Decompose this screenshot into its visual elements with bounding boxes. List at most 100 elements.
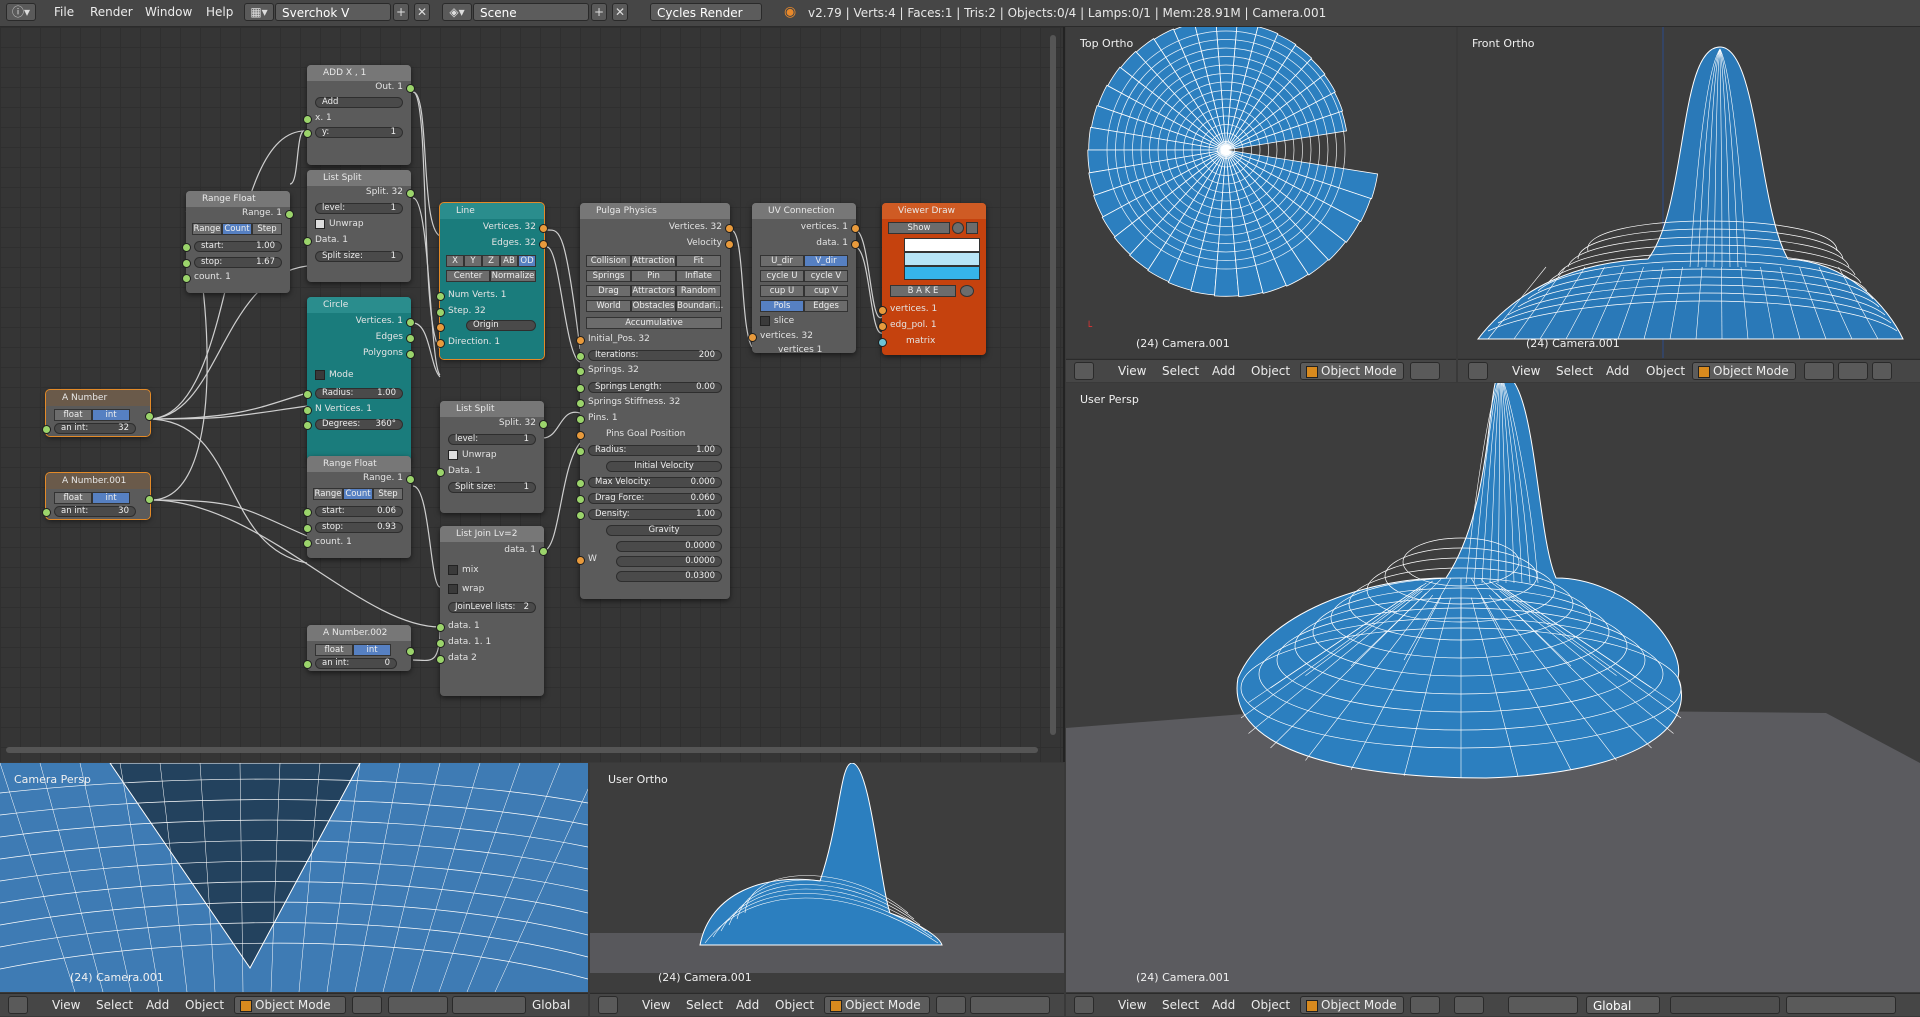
menu-select[interactable]: Select — [1162, 998, 1199, 1012]
edge-color-swatch[interactable] — [904, 252, 980, 266]
snap-icons[interactable] — [1786, 996, 1896, 1014]
scene-field[interactable]: Scene — [473, 3, 589, 21]
socket-in[interactable] — [878, 338, 887, 347]
level-field[interactable]: level: 1 — [448, 434, 536, 445]
menu-help[interactable]: Help — [206, 5, 233, 19]
socket-in[interactable] — [576, 447, 585, 456]
axis-ab-button[interactable]: AB — [500, 255, 518, 267]
max-velocity-field[interactable]: Max Velocity: 0.000 — [588, 477, 722, 488]
gravity-select[interactable]: Gravity — [606, 525, 722, 536]
editor-type-icon[interactable] — [1074, 996, 1094, 1014]
viewport-shading-icon[interactable] — [1410, 362, 1440, 380]
add-scene-icon[interactable]: + — [591, 3, 607, 21]
menu-object[interactable]: Object — [1251, 364, 1290, 378]
socket-in[interactable] — [878, 322, 887, 331]
node-a-number-002[interactable]: A Number.002 float int an int: 0 — [303, 625, 415, 671]
menu-view[interactable]: View — [1512, 364, 1540, 378]
socket-out[interactable] — [406, 189, 415, 198]
node-line[interactable]: Line Vertices. 32 Edges. 32 X Y Z AB OD … — [436, 202, 548, 360]
socket-out[interactable] — [539, 547, 548, 556]
socket-in[interactable] — [436, 292, 445, 301]
axis-y-button[interactable]: Y — [464, 255, 482, 267]
drag-force-field[interactable]: Drag Force: 0.060 — [588, 493, 722, 504]
op-select[interactable]: Add — [315, 97, 403, 108]
socket-out[interactable] — [725, 240, 734, 249]
gravity-z-field[interactable]: 0.0300 — [616, 571, 722, 582]
socket-in[interactable] — [303, 524, 312, 533]
socket-in[interactable] — [303, 129, 312, 138]
pivot-icon[interactable] — [1838, 362, 1868, 380]
menu-object[interactable]: Object — [1646, 364, 1685, 378]
socket-out[interactable] — [406, 84, 415, 93]
center-button[interactable]: Center — [446, 270, 490, 282]
tab-range[interactable]: Range — [313, 488, 343, 500]
cup-u-button[interactable]: cup U — [760, 285, 804, 297]
object-mode-select[interactable]: Object Mode — [1300, 996, 1404, 1014]
v-dir-button[interactable]: V_dir — [804, 255, 848, 267]
socket-in[interactable] — [576, 415, 585, 424]
socket-in[interactable] — [576, 384, 585, 393]
scene-icon[interactable]: ◈▾ — [442, 3, 472, 21]
editor-type-icon[interactable] — [1074, 362, 1094, 380]
start-field[interactable]: start: 1.00 — [194, 241, 282, 252]
float-toggle[interactable]: float — [315, 644, 353, 656]
socket-in[interactable] — [436, 623, 445, 632]
start-field[interactable]: start: 0.06 — [315, 506, 403, 517]
split-size-field[interactable]: Split size: 1 — [315, 251, 403, 262]
socket-out[interactable] — [406, 334, 415, 343]
face-color-swatch[interactable] — [904, 266, 980, 280]
pols-button[interactable]: Pols — [760, 300, 804, 312]
socket-in[interactable] — [576, 556, 585, 565]
initial-velocity-select[interactable]: Initial Velocity — [606, 461, 722, 472]
remove-screen-icon[interactable]: ✕ — [414, 3, 430, 21]
socket-out[interactable] — [406, 318, 415, 327]
physics-toggle-fit[interactable]: Fit — [676, 255, 721, 267]
an-int-field[interactable]: an int: 30 — [54, 506, 136, 517]
socket-out[interactable] — [145, 495, 154, 504]
menu-file[interactable]: File — [54, 5, 74, 19]
an-int-field[interactable]: an int: 0 — [315, 658, 397, 669]
node-pulga-physics[interactable]: Pulga Physics Vertices. 32 Velocity Accu… — [576, 203, 734, 599]
socket-out[interactable] — [145, 412, 154, 421]
editor-type-icon[interactable] — [8, 996, 28, 1014]
menu-add[interactable]: Add — [1212, 998, 1235, 1012]
object-mode-select[interactable]: Object Mode — [234, 996, 346, 1014]
object-mode-select[interactable]: Object Mode — [1692, 362, 1796, 380]
viewport-shading-icon[interactable] — [1804, 362, 1834, 380]
pivot-icon[interactable] — [1454, 996, 1484, 1014]
socket-out[interactable] — [406, 475, 415, 484]
physics-toggle-attraction[interactable]: Attraction — [631, 255, 676, 267]
socket-in[interactable] — [436, 308, 445, 317]
y-field[interactable]: y: 1 — [315, 127, 403, 138]
render-engine-select[interactable]: Cycles Render — [650, 3, 762, 21]
transform-orientation-select[interactable]: Global — [532, 998, 570, 1012]
socket-out[interactable] — [539, 240, 548, 249]
unwrap-checkbox[interactable]: Unwrap — [448, 449, 536, 462]
manipulator-icon[interactable] — [1872, 362, 1892, 380]
socket-in[interactable] — [303, 508, 312, 517]
physics-toggle-drag[interactable]: Drag — [586, 285, 631, 297]
stop-field[interactable]: stop: 0.93 — [315, 522, 403, 533]
socket-in[interactable] — [576, 367, 585, 376]
manipulator-icons[interactable] — [1508, 996, 1578, 1014]
node-a-number[interactable]: A Number float int an int: 32 — [42, 389, 154, 437]
pivot-icons[interactable] — [970, 996, 1050, 1014]
node-list-split-2[interactable]: List Split Split. 32 level: 1 Unwrap Data… — [436, 401, 548, 513]
node-editor[interactable]: ADD X , 1 Out. 1 Add x. 1 y: 1 List Split… — [0, 27, 1065, 762]
socket-out[interactable] — [851, 240, 860, 249]
viewport-user-persp[interactable]: User Persp (24) Camera.001 — [1066, 383, 1920, 992]
socket-in[interactable] — [303, 237, 312, 246]
physics-toggle-obstacles[interactable]: Obstacles — [631, 300, 676, 312]
socket-in[interactable] — [576, 336, 585, 345]
socket-in[interactable] — [182, 274, 191, 283]
menu-view[interactable]: View — [1118, 998, 1146, 1012]
viewport-camera-persp[interactable]: Camera Persp (24) Camera.001 — [0, 763, 588, 992]
stop-field[interactable]: stop: 1.67 — [194, 257, 282, 268]
physics-toggle-springs[interactable]: Springs — [586, 270, 631, 282]
socket-in[interactable] — [748, 333, 757, 342]
show-toggle[interactable]: Show — [888, 222, 950, 234]
cup-v-button[interactable]: cup V — [804, 285, 848, 297]
bake-button[interactable]: B A K E — [890, 285, 956, 297]
socket-in[interactable] — [182, 243, 191, 252]
tab-range[interactable]: Range — [192, 223, 222, 235]
